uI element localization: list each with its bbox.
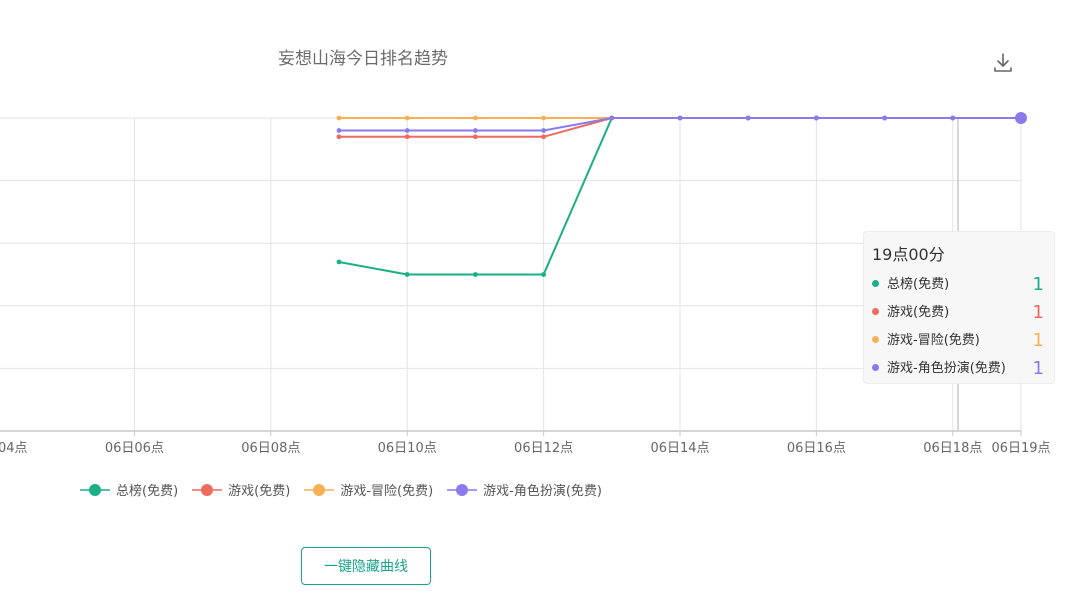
data-point[interactable] bbox=[814, 115, 819, 121]
legend-marker-icon bbox=[80, 483, 110, 496]
data-point[interactable] bbox=[609, 115, 615, 121]
x-tick-label: 06日08点 bbox=[241, 441, 300, 456]
data-point[interactable] bbox=[473, 272, 478, 277]
hide-all-curves-button[interactable]: 一键隐藏曲线 bbox=[301, 547, 431, 585]
data-point[interactable] bbox=[745, 115, 751, 121]
x-tick-label: 06日19点 bbox=[991, 441, 1050, 456]
x-tick-label: 06日06点 bbox=[105, 441, 164, 456]
data-point[interactable] bbox=[336, 115, 342, 121]
tooltip-title: 19点00分 bbox=[872, 245, 945, 264]
tooltip-series-value: 1 bbox=[1032, 302, 1044, 323]
legend-item[interactable]: 游戏-角色扮演(免费) bbox=[447, 480, 602, 499]
data-point[interactable] bbox=[336, 259, 342, 265]
data-point[interactable] bbox=[541, 134, 546, 140]
legend-marker-icon bbox=[192, 483, 223, 496]
tooltip-rows: 总榜(免费) 1 游戏(免费) 1 游戏-冒险(免费) 1 游戏-角色扮演(免费) 1 bbox=[872, 271, 1046, 383]
tooltip-row: 总榜(免费) 1 bbox=[872, 271, 1046, 299]
series-dot-icon bbox=[872, 280, 879, 287]
x-tick-label: 06日12点 bbox=[514, 441, 573, 456]
data-point[interactable] bbox=[677, 115, 683, 121]
tooltip-row: 游戏-角色扮演(免费) 1 bbox=[872, 355, 1046, 383]
data-point[interactable] bbox=[404, 128, 410, 133]
legend-marker-icon bbox=[304, 483, 335, 496]
legend-label: 总榜(免费) bbox=[116, 484, 179, 499]
series-dot-icon bbox=[872, 364, 879, 371]
x-tick-label: 06日10点 bbox=[378, 441, 437, 456]
chart-title: 妄想山海今日排名趋势 bbox=[278, 49, 448, 69]
data-point[interactable] bbox=[950, 115, 956, 121]
data-point[interactable] bbox=[473, 134, 478, 140]
download-icon bbox=[994, 53, 1012, 72]
legend-marker-icon bbox=[447, 483, 478, 496]
tooltip-row: 游戏-冒险(免费) 1 bbox=[872, 327, 1046, 355]
data-point[interactable] bbox=[541, 272, 546, 277]
chart-legend: 总榜(免费) 游戏(免费) 游戏-冒险(免费) 游戏-角色扮演(免费) bbox=[80, 480, 616, 499]
data-point[interactable] bbox=[541, 115, 546, 121]
legend-label: 游戏-角色扮演(免费) bbox=[483, 484, 602, 499]
data-point[interactable] bbox=[473, 128, 478, 133]
legend-label: 游戏(免费) bbox=[228, 484, 291, 499]
data-point[interactable] bbox=[473, 115, 478, 121]
series-dot-icon bbox=[872, 308, 879, 315]
hover-point[interactable] bbox=[1015, 112, 1027, 124]
tooltip-row: 游戏(免费) 1 bbox=[872, 299, 1046, 327]
chart-tooltip: 19点00分 总榜(免费) 1 游戏(免费) 1 游戏-冒险(免费) 1 游戏-角色扮演(免… bbox=[863, 231, 1055, 384]
data-point[interactable] bbox=[882, 115, 887, 121]
data-point[interactable] bbox=[336, 128, 342, 133]
chart-stage: 06日04点 06日06点 06日08点 06日10点 06日12点 06日14点 06日1… bbox=[0, 0, 1072, 598]
x-tick-label: 06日04点 bbox=[0, 441, 28, 456]
tooltip-series-value: 1 bbox=[1032, 358, 1044, 379]
legend-item[interactable]: 总榜(免费) bbox=[80, 480, 178, 499]
data-point[interactable] bbox=[404, 134, 410, 140]
tooltip-series-value: 1 bbox=[1032, 274, 1044, 295]
tooltip-series-name: 游戏-冒险(免费) bbox=[887, 333, 980, 348]
legend-label: 游戏-冒险(免费) bbox=[340, 484, 434, 499]
data-point[interactable] bbox=[541, 128, 546, 133]
legend-item[interactable]: 游戏(免费) bbox=[192, 480, 290, 499]
tooltip-series-name: 游戏-角色扮演(免费) bbox=[887, 361, 1006, 376]
x-tick-label: 06日16点 bbox=[787, 441, 846, 456]
x-tick-label: 06日18点 bbox=[923, 441, 982, 456]
data-point[interactable] bbox=[336, 134, 342, 140]
x-tick-label: 06日14点 bbox=[650, 441, 709, 456]
data-point[interactable] bbox=[404, 272, 410, 277]
data-point[interactable] bbox=[404, 115, 410, 121]
download-button[interactable] bbox=[990, 50, 1016, 76]
tooltip-series-name: 总榜(免费) bbox=[887, 277, 950, 292]
legend-item[interactable]: 游戏-冒险(免费) bbox=[304, 480, 433, 499]
tooltip-series-value: 1 bbox=[1032, 330, 1044, 351]
series-dot-icon bbox=[872, 336, 879, 343]
tooltip-series-name: 游戏(免费) bbox=[887, 305, 950, 320]
